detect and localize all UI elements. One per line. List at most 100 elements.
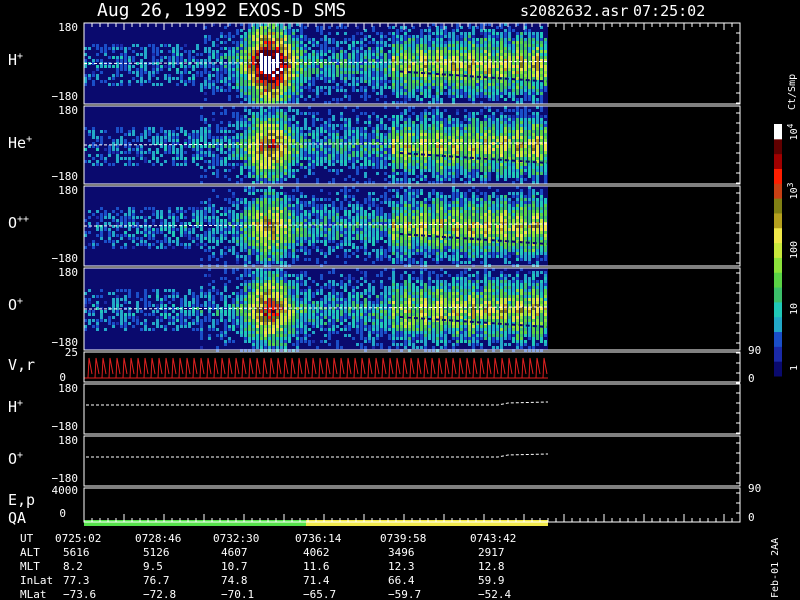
spectrogram-cell — [128, 148, 131, 151]
spectrogram-cell — [184, 50, 187, 53]
spectrogram-cell — [292, 50, 295, 53]
spectrogram-cell — [188, 65, 191, 68]
spectrogram-cell — [400, 59, 403, 62]
spectrogram-cell — [160, 243, 163, 246]
spectrogram-cell — [368, 151, 371, 154]
spectrogram-cell — [92, 44, 95, 47]
spectrogram-cell — [396, 92, 399, 95]
spectrogram-cell — [348, 130, 351, 133]
spectrogram-cell — [496, 38, 499, 41]
spectrogram-cell — [408, 169, 411, 172]
spectrogram-cell — [268, 35, 271, 38]
spectrogram-cell — [472, 29, 475, 32]
spectrogram-cell — [508, 74, 511, 77]
spectrogram-cell — [360, 127, 363, 130]
spectrogram-cell — [292, 204, 295, 207]
spectrogram-cell — [160, 219, 163, 222]
spectrogram-cell — [404, 50, 407, 53]
spectrogram-cell — [240, 216, 243, 219]
spectrogram-cell — [332, 56, 335, 59]
spectrogram-cell — [164, 77, 167, 80]
spectrogram-cell — [360, 32, 363, 35]
spectrogram-cell — [240, 136, 243, 139]
spectrogram-cell — [492, 32, 495, 35]
spectrogram-cell — [428, 136, 431, 139]
spectrogram-cell — [380, 145, 383, 148]
spectrogram-cell — [208, 231, 211, 234]
spectrogram-cell — [412, 89, 415, 92]
spectrogram-cell — [356, 47, 359, 50]
spectrogram-cell — [248, 175, 251, 178]
spectrogram-cell — [324, 136, 327, 139]
spectrogram-cell — [260, 178, 263, 181]
spectrogram-cell — [428, 139, 431, 142]
spectrogram-cell — [304, 98, 307, 101]
spectrogram-cell — [396, 41, 399, 44]
spectrogram-cell — [196, 243, 199, 246]
spectrogram-cell — [136, 154, 139, 157]
spectrogram-cell — [268, 121, 271, 124]
spectrogram-cell — [280, 86, 283, 89]
spectrogram-cell — [276, 222, 279, 225]
spectrogram-cell — [304, 246, 307, 249]
spectrogram-cell — [432, 151, 435, 154]
spectrogram-cell — [444, 77, 447, 80]
spectrogram-cell — [352, 145, 355, 148]
spectrogram-cell — [364, 56, 367, 59]
spectrogram-cell — [272, 118, 275, 121]
spectrogram-cell — [340, 163, 343, 166]
spectrogram-cell — [340, 112, 343, 115]
spectrogram-cell — [300, 53, 303, 56]
spectrogram-cell — [460, 151, 463, 154]
spectrogram-cell — [296, 198, 299, 201]
spectrogram-cell — [96, 74, 99, 77]
spectrogram-cell — [160, 68, 163, 71]
spectrogram-cell — [472, 50, 475, 53]
spectrogram-cell — [496, 151, 499, 154]
spectrogram-cell — [392, 74, 395, 77]
spectrogram-cell — [332, 178, 335, 181]
spectrogram-cell — [400, 166, 403, 169]
spectrogram-cell — [196, 157, 199, 160]
spectrogram-cell — [536, 151, 539, 154]
spectrogram-cell — [256, 71, 259, 74]
spectrogram-cell — [392, 145, 395, 148]
spectrogram-cell — [480, 68, 483, 71]
spectrogram-cell — [528, 109, 531, 112]
spectrogram-cell — [160, 228, 163, 231]
spectrogram-cell — [436, 175, 439, 178]
spectrogram-cell — [192, 65, 195, 68]
spectrogram-cell — [440, 121, 443, 124]
spectrogram-cell — [260, 258, 263, 261]
spectrogram-cell — [244, 157, 247, 160]
spectrogram-panels — [83, 23, 549, 526]
spectrogram-cell — [504, 74, 507, 77]
spectrogram-cell — [256, 59, 259, 62]
spectrogram-cell — [212, 234, 215, 237]
spectrogram-cell — [128, 237, 131, 240]
spectrogram-cell — [396, 139, 399, 142]
spectrogram-cell — [372, 29, 375, 32]
spectrogram-cell — [100, 139, 103, 142]
spectrogram-cell — [344, 118, 347, 121]
spectrogram-cell — [472, 35, 475, 38]
spectrogram-cell — [248, 258, 251, 261]
spectrogram-cell — [96, 222, 99, 225]
spectrogram-cell — [528, 172, 531, 175]
spectrogram-cell — [284, 98, 287, 101]
spectrogram-cell — [272, 74, 275, 77]
spectrogram-cell — [144, 216, 147, 219]
spectrogram-cell — [336, 124, 339, 127]
spectrogram-cell — [236, 56, 239, 59]
spectrogram-cell — [252, 136, 255, 139]
spectrogram-cell — [284, 133, 287, 136]
spectrogram-cell — [264, 77, 267, 80]
spectrogram-cell — [252, 130, 255, 133]
spectrogram-cell — [268, 68, 271, 71]
spectrogram-cell — [256, 234, 259, 237]
spectrogram-cell — [156, 83, 159, 86]
spectrogram-cell — [524, 172, 527, 175]
spectrogram-cell — [448, 44, 451, 47]
spectrogram-cell — [300, 237, 303, 240]
spectrogram-cell — [152, 139, 155, 142]
